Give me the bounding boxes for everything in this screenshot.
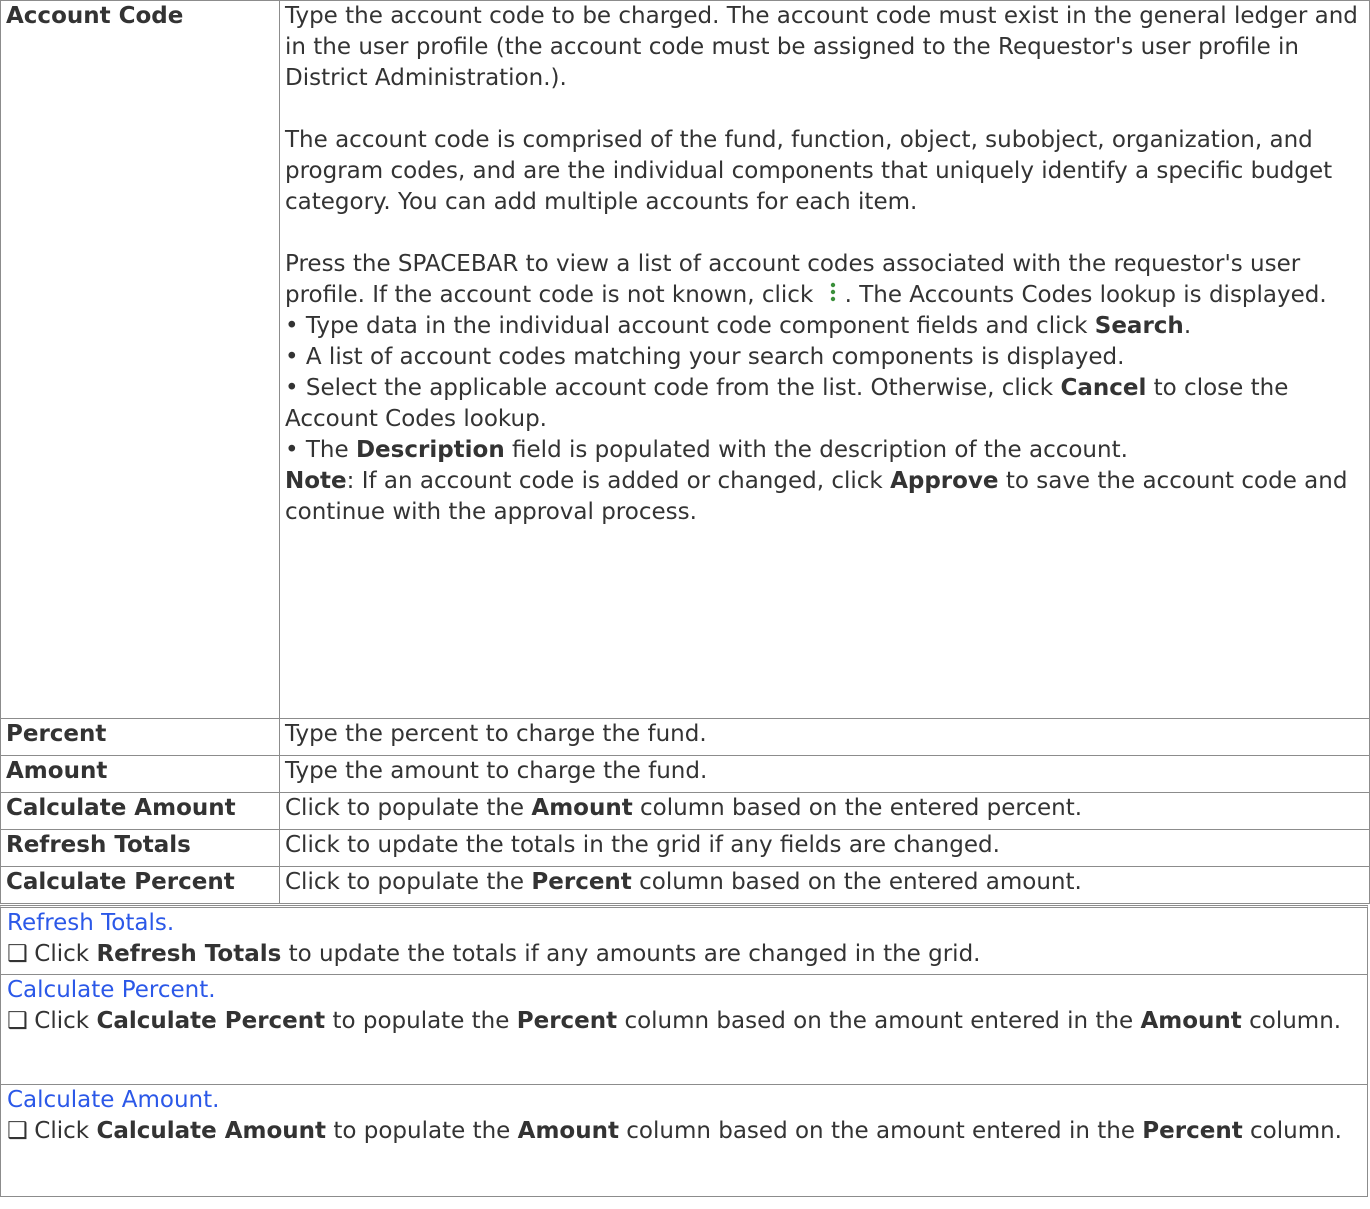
- field-description: Type the percent to charge the fund.: [279, 718, 1370, 756]
- calculate-amount-link[interactable]: Calculate Amount.: [7, 1085, 1361, 1116]
- field-description: Click to update the totals in the grid i…: [279, 829, 1370, 867]
- field-description: Click to populate the Percent column bas…: [279, 866, 1370, 904]
- step-section-calculate-amount: Calculate Amount. ❑ Click Calculate Amou…: [0, 1085, 1368, 1197]
- field-term: Refresh Totals: [0, 829, 280, 867]
- field-description: Type the amount to charge the fund.: [279, 755, 1370, 793]
- help-page: Account Code Type the account code to be…: [0, 0, 1370, 1209]
- paragraph: Type the account code to be charged. The…: [285, 3, 1358, 91]
- more-vertical-icon[interactable]: [821, 280, 845, 306]
- field-term: Calculate Amount: [0, 792, 280, 830]
- checkbox-icon: ❑: [7, 1008, 28, 1034]
- table-row: Refresh Totals Click to update the total…: [0, 829, 1370, 867]
- refresh-totals-link[interactable]: Refresh Totals.: [7, 908, 1361, 939]
- checkbox-icon: ❑: [7, 941, 28, 967]
- table-row: Calculate Percent Click to populate the …: [0, 866, 1370, 904]
- bullet-item: • A list of account codes matching your …: [285, 344, 1125, 370]
- field-description: Click to populate the Amount column base…: [279, 792, 1370, 830]
- field-term: Amount: [0, 755, 280, 793]
- table-row: Amount Type the amount to charge the fun…: [0, 755, 1370, 793]
- table-row: Percent Type the percent to charge the f…: [0, 718, 1370, 756]
- step-section-refresh-totals: Refresh Totals. ❑ Click Refresh Totals t…: [0, 905, 1368, 975]
- checkbox-icon: ❑: [7, 1118, 28, 1144]
- paragraph: The account code is comprised of the fun…: [285, 127, 1333, 215]
- table-row: Calculate Amount Click to populate the A…: [0, 792, 1370, 830]
- step-item: ❑ Click Calculate Percent to populate th…: [7, 1006, 1361, 1037]
- field-term: Percent: [0, 718, 280, 756]
- bullet-item: • Select the applicable account code fro…: [285, 375, 1289, 432]
- field-term: Calculate Percent: [0, 866, 280, 904]
- step-item: ❑ Click Calculate Amount to populate the…: [7, 1116, 1361, 1147]
- step-item: ❑ Click Refresh Totals to update the tot…: [7, 939, 1361, 970]
- paragraph: Press the SPACEBAR to view a list of acc…: [285, 251, 1327, 308]
- field-description: Type the account code to be charged. The…: [279, 0, 1370, 719]
- step-section-calculate-percent: Calculate Percent. ❑ Click Calculate Per…: [0, 975, 1368, 1085]
- calculate-percent-link[interactable]: Calculate Percent.: [7, 975, 1361, 1006]
- bullet-item: • Type data in the individual account co…: [285, 313, 1192, 339]
- note: Note: If an account code is added or cha…: [285, 468, 1348, 525]
- field-description-table: Account Code Type the account code to be…: [0, 0, 1370, 904]
- field-term: Account Code: [0, 0, 280, 719]
- bullet-item: • The Description field is populated wit…: [285, 437, 1128, 463]
- table-row: Account Code Type the account code to be…: [0, 0, 1370, 719]
